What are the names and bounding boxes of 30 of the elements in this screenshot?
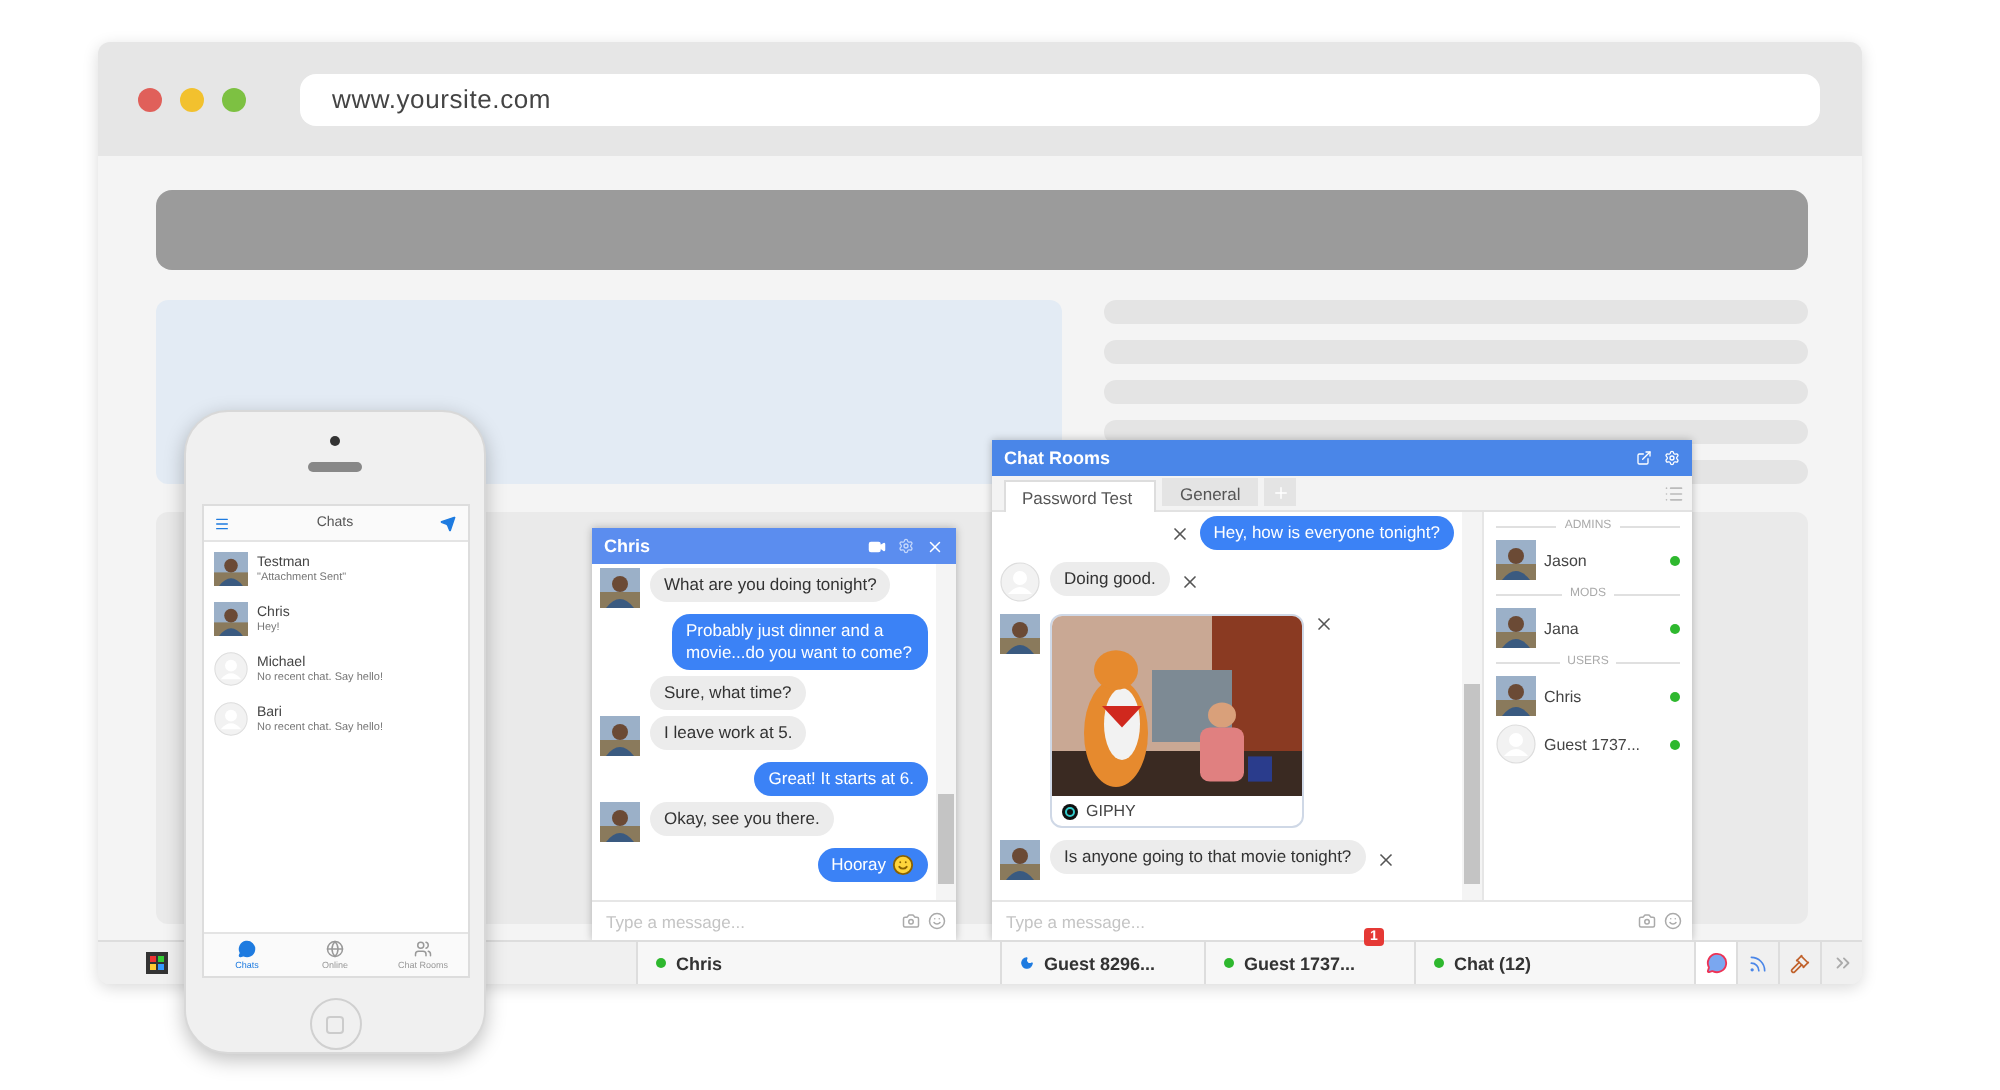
user-item[interactable]: Jana (1496, 608, 1680, 648)
chat-tab-label: Chris (676, 953, 723, 973)
user-item[interactable]: Chris (1496, 676, 1680, 716)
address-bar[interactable]: www.yoursite.com (300, 73, 1820, 125)
chat-tab[interactable]: Guest 1737... (1204, 942, 1414, 984)
message-bubble: Great! It starts at 6. (754, 762, 928, 796)
message-bubble: Hey, how is everyone tonight? (1199, 516, 1454, 550)
chat-tab-label: Guest 1737... (1244, 953, 1356, 973)
chat-tab-label: Guest 8296... (1044, 953, 1156, 973)
message-field[interactable]: Type a message... (1002, 909, 1630, 933)
message-text: Hooray (831, 854, 886, 876)
gif-caption: GIPHY (1086, 802, 1136, 820)
chat-window-title: Chat Rooms (1004, 448, 1113, 468)
chat-tab[interactable]: Chat (12) (1414, 942, 1694, 984)
message-bubble: I leave work at 5. (650, 716, 807, 750)
message-bubble: Okay, see you there. (650, 802, 834, 836)
message-field[interactable]: Type a message... (602, 909, 894, 933)
user-item[interactable]: Jason (1496, 540, 1680, 580)
message-bubble: Sure, what time? (650, 676, 806, 710)
message-bubble: Is anyone going to that movie tonight? (1050, 840, 1366, 874)
room-tab[interactable]: General (1162, 478, 1258, 506)
chat-tab[interactable]: Chris (636, 942, 1000, 984)
user-item[interactable]: Guest 1737... (1496, 724, 1680, 764)
message-bubble: Doing good. (1050, 562, 1170, 596)
room-tab[interactable]: Password Test (1004, 480, 1156, 512)
message-bubble: What are you doing tonight? (650, 568, 891, 602)
chat-tab[interactable]: Guest 8296... (1000, 942, 1204, 984)
chat-tab-label: Chat (12) (1454, 953, 1532, 973)
message-bubble: Probably just dinner and a movie...do you want to come? (672, 614, 928, 670)
chat-window-title: Chris (604, 536, 653, 556)
